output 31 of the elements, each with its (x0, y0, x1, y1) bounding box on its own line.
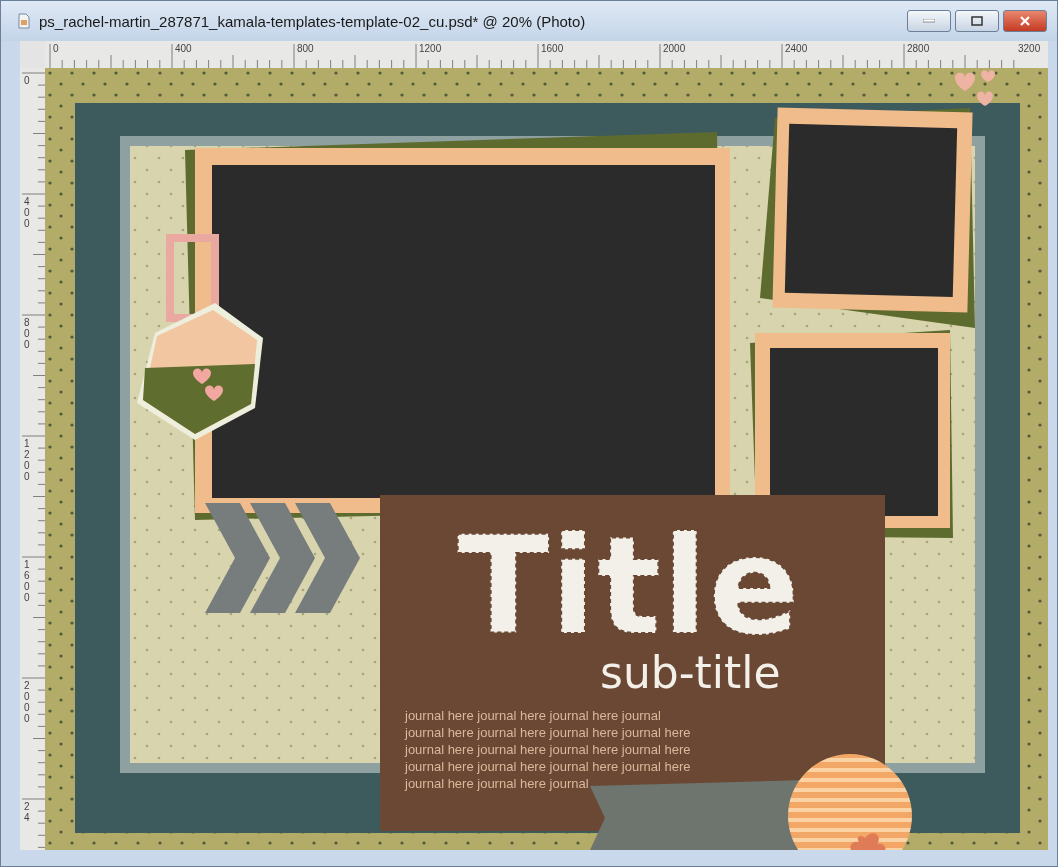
ruler-label: 0 (53, 43, 59, 54)
heart-cluster (955, 70, 995, 106)
ruler-label: 800 (297, 43, 314, 54)
document-icon (17, 13, 31, 29)
ruler-label: 1200 (419, 43, 442, 54)
journal-line: journal here journal here journal here journal here (405, 725, 691, 740)
ruler-label: 800 (24, 317, 30, 350)
maximize-icon (971, 16, 983, 26)
ruler-label: 2000 (663, 43, 686, 54)
journal-line: journal here journal here journal (405, 776, 589, 791)
ruler-label: 2400 (785, 43, 808, 54)
journal-line: journal here journal here journal here journal here (405, 742, 691, 757)
window-title: ps_rachel-martin_287871_kamala-templates-template-02_cu.psd* @ 20% (Photo) (39, 12, 587, 30)
flower-cluster (850, 833, 886, 850)
ruler-label: 2000 (24, 680, 30, 724)
minimize-icon (923, 19, 935, 23)
journal-line: journal here journal here journal here journal (405, 708, 661, 723)
minimize-button[interactable] (907, 10, 951, 32)
close-button[interactable] (1003, 10, 1047, 32)
ruler-label: 400 (175, 43, 192, 54)
close-icon (1019, 16, 1031, 26)
ruler-label: 1200 (24, 438, 30, 482)
ruler-label: 24 (24, 801, 30, 823)
ruler-label: 3200 (1018, 43, 1041, 54)
ruler-label: 0 (24, 75, 30, 86)
ruler-label: 1600 (24, 559, 30, 603)
ruler-label: 2800 (907, 43, 930, 54)
maximize-button[interactable] (955, 10, 999, 32)
journal-line: journal here journal here journal here journal here (405, 759, 691, 774)
ruler-label: 400 (24, 196, 30, 229)
ruler-label: 1600 (541, 43, 564, 54)
